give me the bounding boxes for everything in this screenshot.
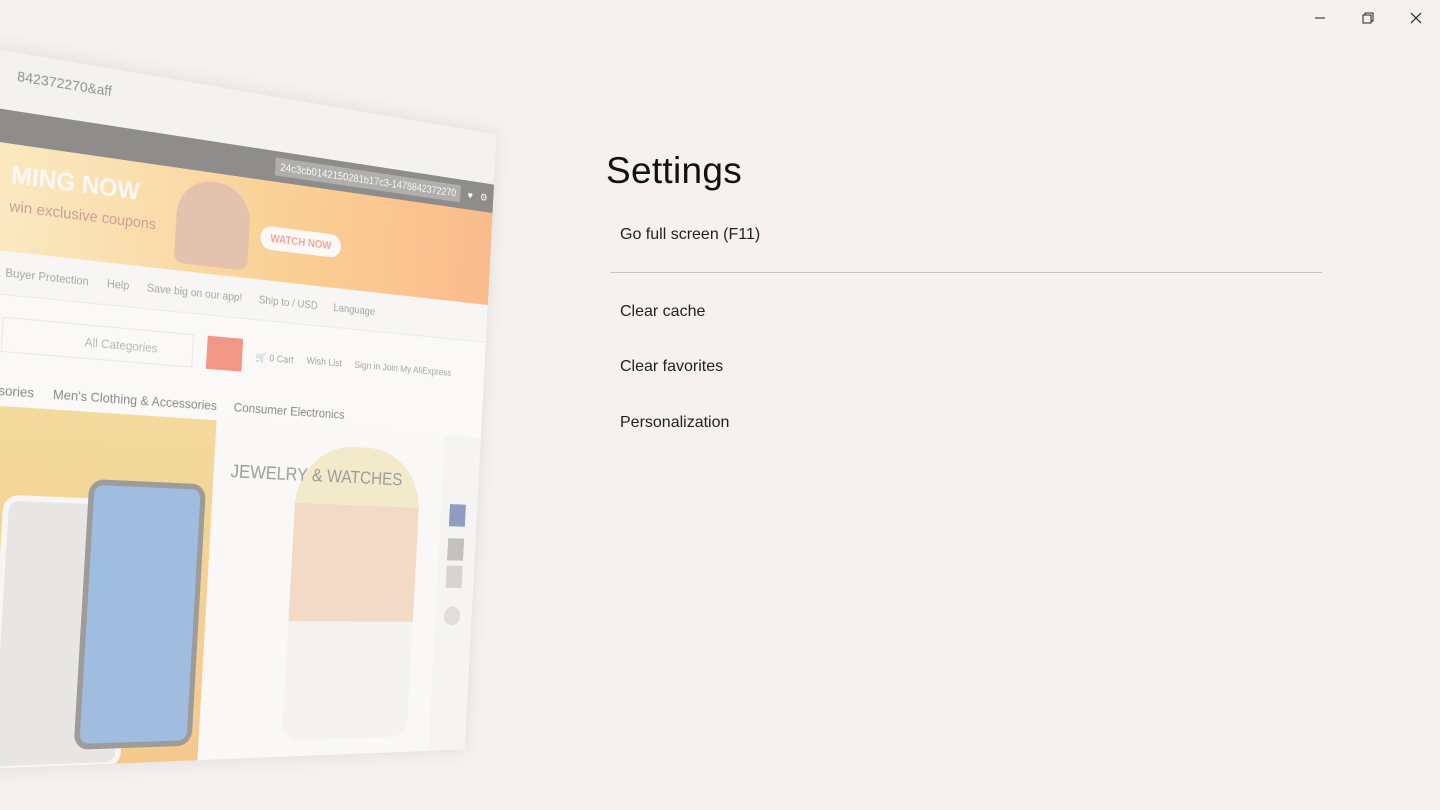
- nav-item: Buyer Protection: [4, 265, 90, 289]
- cart-count: 0: [269, 352, 275, 364]
- preview-page: 842372270&aff 24c3cb0142150281b17c3-1478…: [0, 43, 497, 772]
- clear-favorites-option[interactable]: Clear favorites: [620, 358, 723, 376]
- preview-search-box: All Categories: [0, 316, 195, 368]
- close-button[interactable]: [1392, 0, 1440, 36]
- preview-hero: JEWELRY & WATCHES: [0, 402, 481, 772]
- divider: [610, 272, 1322, 273]
- join-label: Join: [382, 362, 399, 375]
- clear-cache-option[interactable]: Clear cache: [620, 303, 705, 321]
- category-item: Consumer Electronics: [233, 399, 345, 422]
- cart-label: Cart: [276, 353, 294, 366]
- category-item: Men's Clothing & Accessories: [52, 386, 218, 413]
- jewelry-promo: JEWELRY & WATCHES: [194, 420, 445, 772]
- nav-item: Save big on our app!: [146, 281, 243, 305]
- pencil-icon: [445, 565, 463, 588]
- category-item: sories: [0, 382, 35, 401]
- preview-signin: Sign in Join My AliExpress: [354, 360, 451, 379]
- qr-code-icon: [447, 538, 465, 561]
- nav-item: Ship to / USD: [258, 293, 319, 312]
- preview-cart: 🛒 0 Cart: [255, 351, 294, 366]
- restore-button[interactable]: [1344, 0, 1392, 36]
- heart-icon: ♥: [467, 189, 474, 202]
- close-icon: [1410, 12, 1422, 24]
- facebook-icon: [448, 504, 466, 527]
- signin-label: Sign in: [354, 359, 381, 373]
- banner-model-image: [173, 177, 252, 271]
- preview-search-icon: [205, 335, 244, 372]
- nav-item: Language: [333, 301, 376, 318]
- fullscreen-option[interactable]: Go full screen (F11): [620, 226, 760, 244]
- nav-item: Help: [106, 276, 130, 293]
- banner-watch-button: WATCH NOW: [259, 225, 342, 259]
- browser-preview: 842372270&aff 24c3cb0142150281b17c3-1478…: [0, 40, 560, 800]
- personalization-option[interactable]: Personalization: [620, 414, 729, 432]
- close-circle-icon: [443, 606, 461, 626]
- gear-icon: ⚙: [479, 190, 488, 204]
- settings-panel: Settings Go full screen (F11) Clear cach…: [606, 150, 1326, 431]
- preview-wish: Wish List: [306, 355, 343, 370]
- banner-headline: MING NOW: [10, 159, 141, 206]
- phone-promo-image: [0, 402, 217, 772]
- my-label: My AliExpress: [399, 363, 452, 379]
- phone-image: [73, 478, 207, 750]
- page-title: Settings: [606, 150, 743, 191]
- minimize-button[interactable]: [1296, 0, 1344, 36]
- window-controls: [1296, 0, 1440, 36]
- minimize-icon: [1315, 17, 1325, 19]
- restore-icon: [1362, 12, 1374, 24]
